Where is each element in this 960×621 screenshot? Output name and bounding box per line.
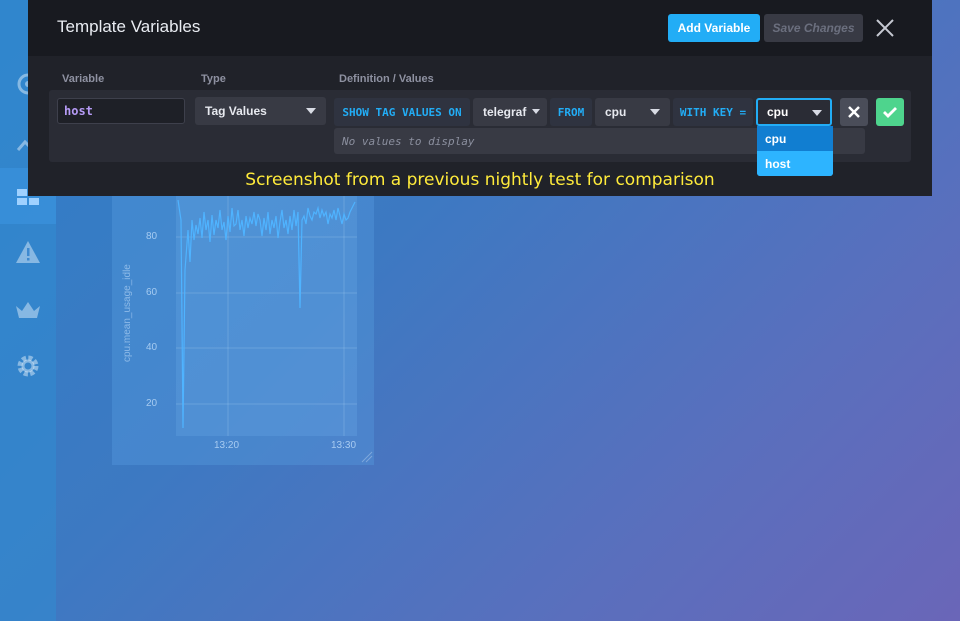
tag-key-option-cpu[interactable]: cpu xyxy=(757,126,833,151)
dashboard-graph-cell: 80 60 40 20 13:20 13:30 cpu.mean_usage_i… xyxy=(112,190,374,465)
modal-title: Template Variables xyxy=(57,17,201,36)
tag-key-dropdown[interactable]: cpu xyxy=(756,98,832,126)
close-icon xyxy=(848,106,860,118)
configuration-gear-icon[interactable] xyxy=(14,352,42,380)
from-keyword: FROM xyxy=(550,98,592,126)
chevron-down-icon xyxy=(532,109,540,114)
measurement-dropdown-label: cpu xyxy=(605,105,627,119)
template-variables-manager: Template Variables Add Variable Save Cha… xyxy=(28,0,932,196)
save-changes-button[interactable]: Save Changes xyxy=(764,14,863,42)
alerts-icon[interactable] xyxy=(14,238,42,266)
modal-header: Template Variables Add Variable Save Cha… xyxy=(28,0,932,56)
database-dropdown[interactable]: telegraf xyxy=(473,98,547,126)
show-tag-values-keyword: SHOW TAG VALUES ON xyxy=(334,98,470,126)
checkmark-icon xyxy=(883,107,897,118)
y-tick-label: 20 xyxy=(146,398,158,409)
with-key-keyword: WITH KEY = xyxy=(673,98,753,126)
y-tick-label: 40 xyxy=(146,342,158,353)
type-dropdown[interactable]: Tag Values xyxy=(195,97,326,125)
y-tick-label: 60 xyxy=(146,287,158,298)
chevron-down-icon xyxy=(812,110,822,116)
x-tick-label: 13:30 xyxy=(331,440,357,451)
variable-name-input[interactable]: host xyxy=(57,98,185,124)
x-tick-label: 13:20 xyxy=(214,440,240,451)
comparison-caption: Screenshot from a previous nightly test … xyxy=(245,170,715,190)
chevron-down-icon xyxy=(306,108,316,114)
type-dropdown-label: Tag Values xyxy=(205,104,267,118)
close-icon[interactable] xyxy=(874,17,896,39)
admin-crown-icon[interactable] xyxy=(14,296,42,324)
column-header-definition: Definition / Values xyxy=(339,73,434,85)
y-axis-label: cpu.mean_usage_idle xyxy=(122,264,133,362)
chevron-down-icon xyxy=(650,109,660,115)
y-tick-label: 80 xyxy=(146,231,158,242)
confirm-variable-button[interactable] xyxy=(876,98,904,126)
column-header-variable: Variable xyxy=(62,73,105,85)
add-variable-button[interactable]: Add Variable xyxy=(668,14,760,42)
measurement-dropdown[interactable]: cpu xyxy=(595,98,670,126)
database-dropdown-label: telegraf xyxy=(483,105,527,119)
tag-key-dropdown-label: cpu xyxy=(767,105,789,119)
column-header-type: Type xyxy=(201,73,226,85)
tag-key-menu: cpu host xyxy=(757,126,833,176)
delete-variable-button[interactable] xyxy=(840,98,868,126)
